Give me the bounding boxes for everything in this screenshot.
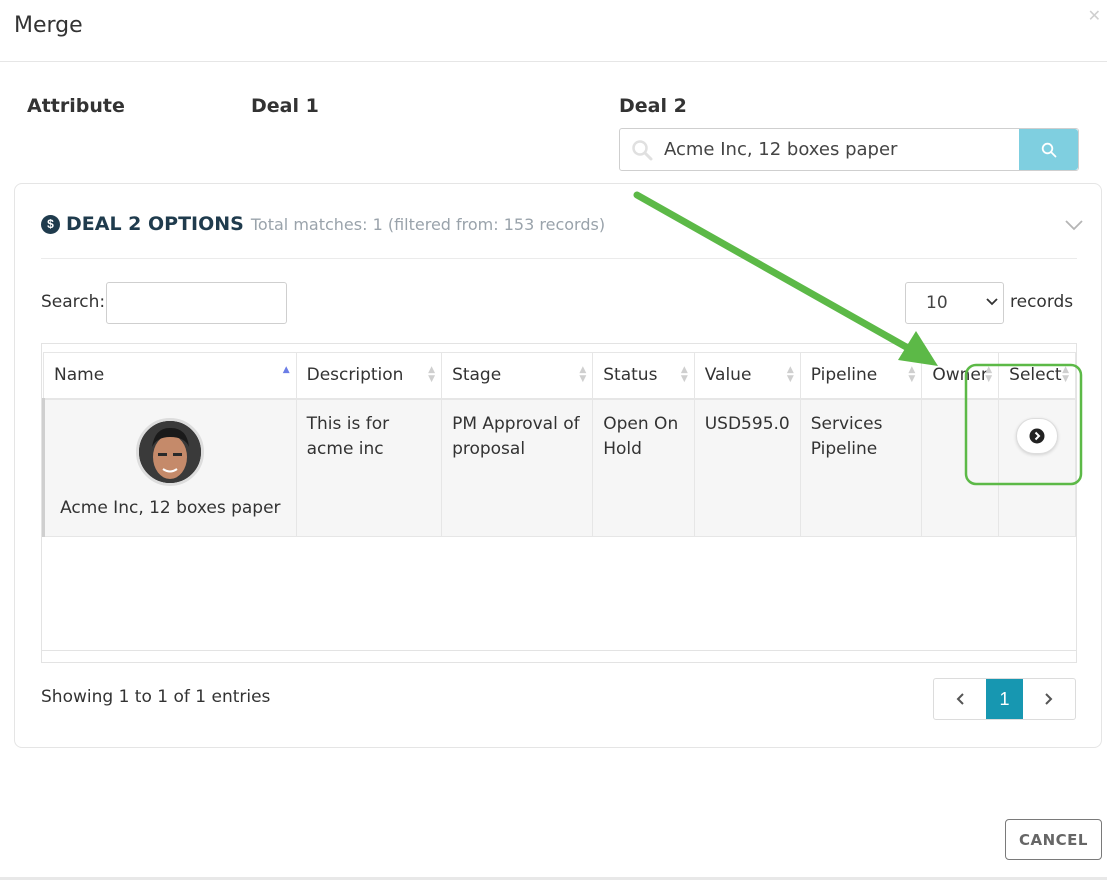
deal2-search-input[interactable]	[664, 129, 1019, 170]
column-header-status[interactable]: Status ▲ ▼	[592, 352, 695, 400]
pagination: 1	[933, 678, 1076, 720]
close-icon[interactable]: ✕	[1088, 6, 1101, 26]
search-icon	[620, 129, 664, 170]
page-1-button[interactable]: 1	[986, 679, 1023, 719]
sort-icon: ▲ ▼	[1062, 365, 1069, 384]
chevron-down-icon[interactable]	[1065, 218, 1083, 236]
select-deal-button[interactable]	[1016, 417, 1059, 454]
panel-title: $ DEAL 2 OPTIONS Total matches: 1 (filte…	[41, 213, 605, 235]
sort-asc-icon: ▲	[282, 365, 290, 375]
deals-table: Name ▲ Description ▲ ▼ Stage ▲ ▼ Status ▲ ▼ Val…	[42, 352, 1076, 537]
chevron-left-icon	[956, 693, 964, 705]
pipeline-cell: Services Pipeline	[799, 398, 923, 537]
sort-icon: ▲ ▼	[680, 365, 688, 384]
deals-table-container: Name ▲ Description ▲ ▼ Stage ▲ ▼ Status ▲ ▼ Val…	[41, 343, 1077, 663]
sort-icon: ▲ ▼	[579, 365, 587, 384]
select-cell	[998, 398, 1076, 537]
modal-title: Merge	[14, 13, 83, 38]
attribute-column-heading: Attribute	[27, 95, 125, 117]
column-header-stage[interactable]: Stage ▲ ▼	[441, 352, 594, 400]
next-page-button[interactable]	[1023, 679, 1075, 719]
deal-name: Acme Inc, 12 boxes paper	[60, 497, 281, 518]
panel-subtitle: Total matches: 1 (filtered from: 153 rec…	[250, 214, 606, 234]
chevron-right-circle-icon	[1029, 428, 1045, 443]
dollar-icon: $	[41, 214, 60, 234]
name-cell: Acme Inc, 12 boxes paper	[42, 398, 297, 537]
avatar	[136, 417, 205, 486]
column-header-select[interactable]: Select ▲ ▼	[998, 352, 1076, 400]
modal-header: Merge ✕	[0, 0, 1107, 62]
description-cell: This is for acme inc	[295, 398, 443, 537]
panel-title-text: DEAL 2 OPTIONS	[66, 213, 244, 235]
column-header-description[interactable]: Description ▲ ▼	[295, 352, 443, 400]
column-header-pipeline[interactable]: Pipeline ▲ ▼	[799, 352, 923, 400]
chevron-right-icon	[1045, 693, 1053, 705]
value-cell: USD595.0	[693, 398, 801, 537]
records-label: records	[1010, 292, 1074, 312]
status-cell: Open On Hold	[592, 398, 695, 537]
stage-cell: PM Approval of proposal	[441, 398, 594, 537]
deal1-column-heading: Deal 1	[251, 95, 319, 117]
panel-divider	[41, 258, 1077, 259]
records-select-value: 10	[926, 293, 948, 313]
table-bottom-border	[42, 650, 1076, 651]
owner-cell	[921, 398, 1000, 537]
table-search-label: Search:	[41, 292, 106, 312]
sort-icon: ▲ ▼	[908, 365, 916, 384]
prev-page-button[interactable]	[934, 679, 986, 719]
deal2-column-heading: Deal 2	[619, 95, 687, 117]
sort-icon: ▲ ▼	[428, 365, 436, 384]
cancel-button[interactable]: CANCEL	[1005, 819, 1102, 860]
records-per-page-select[interactable]: 10	[905, 282, 1004, 324]
chevron-down-icon	[986, 298, 998, 306]
entries-info: Showing 1 to 1 of 1 entries	[41, 687, 271, 707]
column-header-owner[interactable]: Owner ▲ ▼	[921, 352, 1000, 400]
deal2-search-field[interactable]	[619, 128, 1079, 171]
column-header-name[interactable]: Name ▲	[43, 352, 297, 400]
column-header-value[interactable]: Value ▲ ▼	[693, 352, 801, 400]
deal2-search-button[interactable]	[1019, 129, 1078, 170]
deal2-options-panel: $ DEAL 2 OPTIONS Total matches: 1 (filte…	[14, 183, 1102, 748]
table-row: Acme Inc, 12 boxes paper This is for acm…	[42, 398, 1076, 537]
table-search-input[interactable]	[106, 282, 287, 324]
search-icon	[1041, 142, 1056, 157]
sort-icon: ▲ ▼	[985, 365, 993, 384]
sort-icon: ▲ ▼	[786, 365, 794, 384]
